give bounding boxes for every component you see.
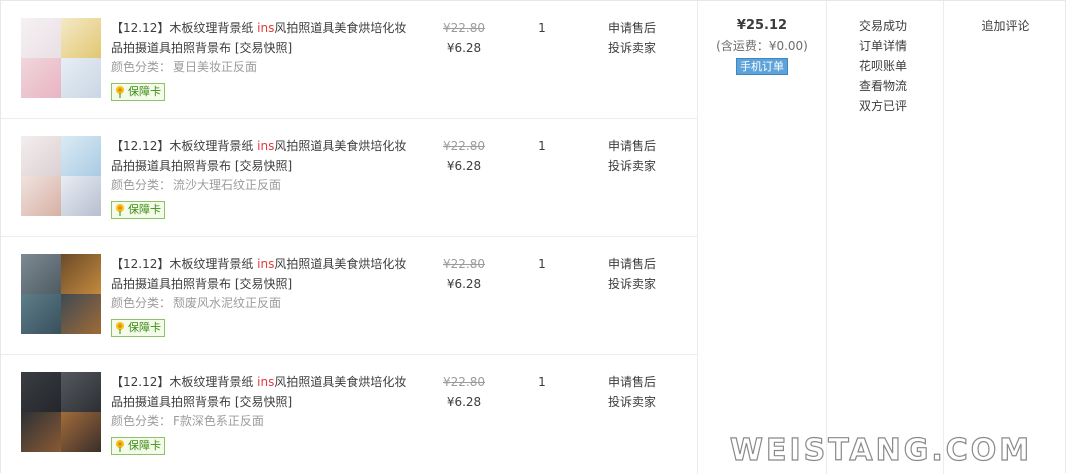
mobile-order-tag: 手机订单 (736, 58, 788, 75)
complain-seller-link[interactable]: 投诉卖家 (608, 156, 656, 176)
order-item-row: 【12.12】木板纹理背景纸 ins风拍照道具美食烘培化妆品拍摄道具拍照背景布 … (1, 355, 697, 473)
current-price: ¥6.28 (446, 395, 482, 409)
review-status: 双方已评 (859, 99, 908, 113)
quantity: 1 (538, 21, 546, 35)
product-thumbnail[interactable] (21, 136, 101, 216)
order-status-column: 交易成功 订单详情 花呗账单 查看物流 双方已评 (826, 1, 943, 474)
sku-info: 颜色分类： 流沙大理石纹正反面 (111, 178, 282, 192)
sku-info: 颜色分类： F款深色系正反面 (111, 414, 264, 428)
sku-info: 颜色分类： 颓废风水泥纹正反面 (111, 296, 282, 310)
current-price: ¥6.28 (446, 159, 482, 173)
original-price: ¥22.80 (443, 139, 485, 153)
order-total-column: ¥25.12 (含运费：¥0.00) 手机订单 (697, 1, 826, 474)
guarantee-badge[interactable]: 保障卡 (111, 83, 165, 101)
flower-icon (116, 86, 124, 98)
product-thumbnail[interactable] (21, 254, 101, 334)
apply-after-sales-link[interactable]: 申请售后 (608, 18, 656, 38)
order-detail-link[interactable]: 订单详情 (859, 36, 943, 56)
order-item-row: 【12.12】木板纹理背景纸 ins风拍照道具美食烘培化妆品拍摄道具拍照背景布 … (1, 1, 697, 119)
current-price: ¥6.28 (446, 41, 482, 55)
quantity: 1 (538, 257, 546, 271)
apply-after-sales-link[interactable]: 申请售后 (608, 254, 656, 274)
sku-info: 颜色分类： 夏日美妆正反面 (111, 60, 258, 74)
flower-icon (116, 204, 124, 216)
original-price: ¥22.80 (443, 21, 485, 35)
order-item-row: 【12.12】木板纹理背景纸 ins风拍照道具美食烘培化妆品拍摄道具拍照背景布 … (1, 119, 697, 237)
item-operations: 申请售后 投诉卖家 (608, 372, 656, 412)
item-operations: 申请售后 投诉卖家 (608, 18, 656, 58)
product-thumbnail[interactable] (21, 372, 101, 452)
complain-seller-link[interactable]: 投诉卖家 (608, 38, 656, 58)
flower-icon (116, 440, 124, 452)
item-operations: 申请售后 投诉卖家 (608, 136, 656, 176)
current-price: ¥6.28 (446, 277, 482, 291)
product-title[interactable]: 【12.12】木板纹理背景纸 ins风拍照道具美食烘培化妆品拍摄道具拍照背景布 … (111, 254, 411, 294)
watermark-logo: WEISTANG.COM (729, 432, 1032, 468)
apply-after-sales-link[interactable]: 申请售后 (608, 136, 656, 156)
product-title[interactable]: 【12.12】木板纹理背景纸 ins风拍照道具美食烘培化妆品拍摄道具拍照背景布 … (111, 372, 411, 412)
flower-icon (116, 322, 124, 334)
original-price: ¥22.80 (443, 257, 485, 271)
quantity: 1 (538, 139, 546, 153)
complain-seller-link[interactable]: 投诉卖家 (608, 274, 656, 294)
guarantee-badge[interactable]: 保障卡 (111, 201, 165, 219)
apply-after-sales-link[interactable]: 申请售后 (608, 372, 656, 392)
huabei-bill-link[interactable]: 花呗账单 (859, 56, 943, 76)
add-review-button[interactable]: 追加评论 (981, 16, 1029, 36)
order-card: 【12.12】木板纹理背景纸 ins风拍照道具美食烘培化妆品拍摄道具拍照背景布 … (0, 0, 1067, 474)
trade-status: 交易成功 (859, 19, 908, 33)
product-title[interactable]: 【12.12】木板纹理背景纸 ins风拍照道具美食烘培化妆品拍摄道具拍照背景布 … (111, 136, 411, 176)
guarantee-badge[interactable]: 保障卡 (111, 437, 165, 455)
product-title[interactable]: 【12.12】木板纹理背景纸 ins风拍照道具美食烘培化妆品拍摄道具拍照背景布 … (111, 18, 411, 58)
watermark-text: WEISTANG.COM (730, 433, 1032, 468)
product-thumbnail[interactable] (21, 18, 101, 98)
total-amount: ¥25.12 (736, 18, 788, 33)
order-item-row: 【12.12】木板纹理背景纸 ins风拍照道具美食烘培化妆品拍摄道具拍照背景布 … (1, 237, 697, 355)
view-logistics-link[interactable]: 查看物流 (859, 76, 943, 96)
guarantee-badge[interactable]: 保障卡 (111, 319, 165, 337)
original-price: ¥22.80 (443, 375, 485, 389)
order-action-column: 追加评论 (943, 1, 1067, 474)
shipping-fee: (含运费：¥0.00) (716, 39, 808, 53)
item-operations: 申请售后 投诉卖家 (608, 254, 656, 294)
quantity: 1 (538, 375, 546, 389)
complain-seller-link[interactable]: 投诉卖家 (608, 392, 656, 412)
